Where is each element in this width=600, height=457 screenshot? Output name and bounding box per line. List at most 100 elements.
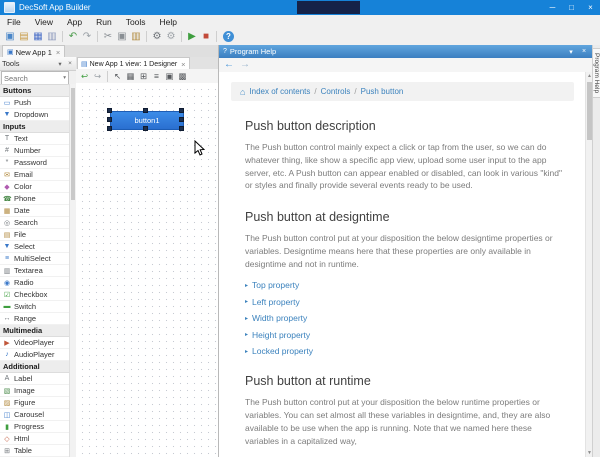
tool-item-multiselect[interactable]: ≡MultiSelect: [0, 253, 70, 265]
help-forward-icon[interactable]: →: [240, 60, 250, 70]
tools-pin-icon[interactable]: ▾: [56, 60, 64, 68]
tools-scrollbar-thumb[interactable]: [71, 88, 75, 200]
date-icon: ▦: [3, 207, 11, 215]
selection-handle-sw[interactable]: [107, 126, 112, 131]
link-width-property[interactable]: ▸Width property: [245, 313, 560, 323]
tools-section-inputs[interactable]: Inputs: [0, 121, 70, 133]
back-icon[interactable]: ↩: [78, 70, 91, 82]
forward-icon[interactable]: ↪: [91, 70, 104, 82]
html-icon: ◇: [3, 435, 11, 443]
bring-front-icon[interactable]: ▣: [163, 70, 176, 82]
paste-icon[interactable]: ▥: [129, 30, 143, 43]
help-icon[interactable]: ?: [223, 31, 234, 42]
maximize-button[interactable]: □: [562, 0, 581, 15]
tool-item-text[interactable]: TText: [0, 133, 70, 145]
search-dropdown-icon[interactable]: ▾: [63, 75, 68, 81]
tool-item-file[interactable]: ▤File: [0, 229, 70, 241]
tool-item-audioplayer[interactable]: ♪AudioPlayer: [0, 349, 70, 361]
send-back-icon[interactable]: ▩: [176, 70, 189, 82]
undo-icon[interactable]: ↶: [66, 30, 80, 43]
align-icon[interactable]: ≡: [150, 70, 163, 82]
tools-close-icon[interactable]: ×: [66, 60, 74, 67]
tool-item-color[interactable]: ◆Color: [0, 181, 70, 193]
menu-run[interactable]: Run: [89, 15, 119, 28]
text-icon: T: [3, 135, 11, 142]
help-close-icon[interactable]: ×: [579, 48, 589, 55]
help-menu-icon[interactable]: ▾: [566, 48, 576, 56]
abort-run-icon[interactable]: ■: [199, 30, 213, 43]
selection-handle-s[interactable]: [143, 126, 148, 131]
save-all-icon[interactable]: ▥: [45, 30, 59, 43]
select-tool-icon[interactable]: ↖: [111, 70, 124, 82]
link-height-property[interactable]: ▸Height property: [245, 330, 560, 340]
tool-item-switch[interactable]: ▬Switch: [0, 301, 70, 313]
breadcrumb-separator: /: [354, 87, 356, 96]
menu-view[interactable]: View: [28, 15, 60, 28]
tool-item-table[interactable]: ⊞Table: [0, 445, 70, 457]
help-back-icon[interactable]: ←: [224, 60, 234, 70]
tool-item-figure[interactable]: ▨Figure: [0, 397, 70, 409]
tool-item-html[interactable]: ◇Html: [0, 433, 70, 445]
selection-handle-ne[interactable]: [179, 108, 184, 113]
tool-item-textarea[interactable]: ▥Textarea: [0, 265, 70, 277]
breadcrumb-push-button[interactable]: Push button: [361, 87, 404, 96]
tool-item-search[interactable]: ◎Search: [0, 217, 70, 229]
tool-item-push[interactable]: ▭Push: [0, 97, 70, 109]
selection-handle-n[interactable]: [143, 108, 148, 113]
tool-item-range[interactable]: ↔Range: [0, 313, 70, 325]
selection-handle-nw[interactable]: [107, 108, 112, 113]
menu-file[interactable]: File: [0, 15, 28, 28]
tool-item-email[interactable]: ✉Email: [0, 169, 70, 181]
snap-icon[interactable]: ⊞: [137, 70, 150, 82]
selection-handle-se[interactable]: [179, 126, 184, 131]
tool-item-radio[interactable]: ◉Radio: [0, 277, 70, 289]
menu-tools[interactable]: Tools: [119, 15, 153, 28]
tools-section-additional[interactable]: Additional: [0, 361, 70, 373]
open-app-icon[interactable]: ▤: [17, 30, 31, 43]
tools-search-input[interactable]: [2, 74, 63, 83]
redo-icon[interactable]: ↷: [80, 30, 94, 43]
app-options-icon[interactable]: ⚙: [150, 30, 164, 43]
side-tab-program-help[interactable]: Program Help: [593, 48, 600, 98]
link-locked-property[interactable]: ▸Locked property: [245, 346, 560, 356]
tools-scrollbar[interactable]: [69, 84, 76, 457]
new-app-icon[interactable]: ▣: [3, 30, 17, 43]
tool-item-phone[interactable]: ☎Phone: [0, 193, 70, 205]
link-top-property[interactable]: ▸Top property: [245, 280, 560, 290]
tool-item-date[interactable]: ▦Date: [0, 205, 70, 217]
selection-handle-e[interactable]: [179, 117, 184, 122]
tool-item-checkbox[interactable]: ☑Checkbox: [0, 289, 70, 301]
tool-item-label: Dropdown: [14, 110, 48, 119]
ide-options-icon[interactable]: ⚙: [164, 30, 178, 43]
app-tab-close-icon[interactable]: ×: [56, 48, 60, 57]
grid-icon[interactable]: ▦: [124, 70, 137, 82]
copy-icon[interactable]: ▣: [115, 30, 129, 43]
breadcrumb-controls[interactable]: Controls: [321, 87, 351, 96]
menu-app[interactable]: App: [60, 15, 89, 28]
designer-tab-close-icon[interactable]: ×: [181, 60, 185, 69]
tools-section-multimedia[interactable]: Multimedia: [0, 325, 70, 337]
minimize-button[interactable]: ─: [543, 0, 562, 15]
menu-help[interactable]: Help: [153, 15, 184, 28]
tool-item-label: AudioPlayer: [14, 350, 54, 359]
tool-item-carousel[interactable]: ◫Carousel: [0, 409, 70, 421]
save-app-icon[interactable]: ▦: [31, 30, 45, 43]
tool-item-password[interactable]: *Password: [0, 157, 70, 169]
tool-item-select[interactable]: ▼Select: [0, 241, 70, 253]
tool-item-label[interactable]: ALabel: [0, 373, 70, 385]
tools-section-buttons[interactable]: Buttons: [0, 85, 70, 97]
tool-item-image[interactable]: ▧Image: [0, 385, 70, 397]
selection-handle-w[interactable]: [107, 117, 112, 122]
tool-item-progress[interactable]: ▮Progress: [0, 421, 70, 433]
tool-item-dropdown[interactable]: ▼Dropdown: [0, 109, 70, 121]
tool-item-videoplayer[interactable]: ▶VideoPlayer: [0, 337, 70, 349]
breadcrumb-index-of-contents[interactable]: Index of contents: [249, 87, 310, 96]
close-button[interactable]: ×: [581, 0, 600, 15]
run-app-icon[interactable]: ▶: [185, 30, 199, 43]
heading-runtime: Push button at runtime: [245, 374, 560, 388]
videoplayer-icon: ▶: [3, 339, 11, 347]
link-left-property[interactable]: ▸Left property: [245, 297, 560, 307]
cut-icon[interactable]: ✂: [101, 30, 115, 43]
home-icon[interactable]: ⌂: [240, 87, 245, 97]
tool-item-number[interactable]: #Number: [0, 145, 70, 157]
